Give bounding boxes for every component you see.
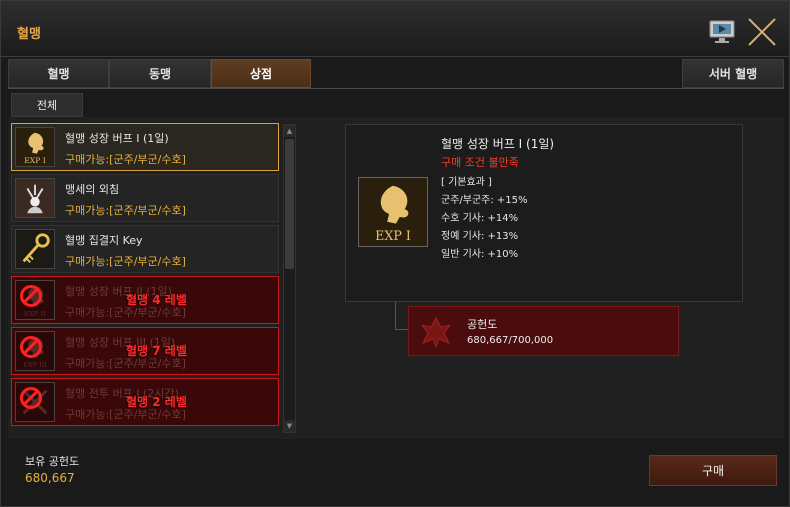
list-item[interactable]: EXP II 혈맹 성장 버프 II (1일) 구매가능:[군주/부군/수호] … (11, 276, 279, 324)
svg-text:EXP II: EXP II (24, 310, 46, 318)
exp-one-lion-icon: EXP I (15, 127, 55, 167)
list-item[interactable]: 혈맹 전투 버프 I (2시간) 구매가능:[군주/부군/수호] 혈맹 2 레벨 (11, 378, 279, 426)
shop-item-list: EXP I 혈맹 성장 버프 I (1일) 구매가능:[군주/부군/수호] 맹세… (11, 123, 281, 435)
oath-shout-icon (15, 178, 55, 218)
item-condition: 구매가능:[군주/부군/수호] (65, 255, 186, 268)
item-name: 맹세의 외침 (65, 183, 120, 196)
detail-item-name: 혈맹 성장 버프 I (1일) (441, 137, 555, 151)
effect-header: [ 기본효과 ] (441, 177, 492, 188)
close-icon[interactable] (747, 17, 777, 47)
effect-line: 군주/부군주: +15% (441, 195, 528, 206)
cost-label: 공헌도 (467, 318, 498, 331)
svg-text:EXP III: EXP III (23, 361, 47, 369)
owned-contribution-value: 680,667 (25, 471, 75, 485)
list-item[interactable]: 혈맹 집결지 Key 구매가능:[군주/부군/수호] (11, 225, 279, 273)
tab-clan[interactable]: 혈맹 (8, 59, 109, 88)
subtab-all[interactable]: 전체 (11, 93, 83, 117)
cost-box: 공헌도 680,667/700,000 (408, 306, 679, 356)
locked-icon (20, 285, 42, 307)
effect-line: 일반 기사: +10% (441, 249, 519, 260)
locked-icon (20, 336, 42, 358)
required-level: 혈맹 2 레벨 (126, 395, 187, 409)
golden-key-icon (15, 229, 55, 269)
tab-server-clan[interactable]: 서버 혈맹 (682, 59, 784, 88)
item-detail-panel: EXP I 혈맹 성장 버프 I (1일) 구매 조건 불만족 [ 기본효과 ]… (345, 124, 743, 302)
buy-button[interactable]: 구매 (649, 455, 777, 486)
list-item[interactable]: EXP I 혈맹 성장 버프 I (1일) 구매가능:[군주/부군/수호] (11, 123, 279, 171)
required-level: 혈맹 4 레벨 (126, 293, 187, 307)
locked-icon (20, 387, 42, 409)
effect-line: 정예 기사: +13% (441, 231, 519, 242)
tab-shop[interactable]: 상점 (211, 59, 311, 88)
detail-condition: 구매 조건 불만족 (441, 156, 519, 169)
list-scrollbar[interactable]: ▲ ▼ (283, 124, 296, 433)
monitor-icon[interactable] (709, 20, 735, 44)
tab-alliance[interactable]: 동맹 (109, 59, 211, 88)
exp-one-lion-icon: EXP I (358, 177, 428, 247)
svg-text:EXP I: EXP I (24, 156, 45, 165)
item-condition: 구매가능:[군주/부군/수호] (65, 204, 186, 217)
title-bar: 혈맹 (1, 1, 789, 57)
scroll-down-icon[interactable]: ▼ (284, 420, 295, 432)
clan-shop-window: 혈맹 혈맹 동맹 상점 서버 혈맹 전체 EXP I 혈맹 성장 버프 I (1… (0, 0, 790, 507)
blood-pledge-emblem-icon (420, 316, 452, 349)
cost-value: 680,667/700,000 (467, 335, 554, 346)
item-name: 혈맹 집결지 Key (65, 234, 143, 247)
scroll-thumb[interactable] (285, 139, 294, 269)
required-level: 혈맹 7 레벨 (126, 344, 187, 358)
svg-text:EXP I: EXP I (375, 228, 411, 243)
window-title: 혈맹 (17, 27, 41, 42)
item-name: 혈맹 성장 버프 I (1일) (65, 132, 169, 145)
tab-bar: 혈맹 동맹 상점 서버 혈맹 (8, 59, 784, 89)
effect-line: 수호 기사: +14% (441, 213, 519, 224)
owned-contribution-label: 보유 공헌도 (25, 455, 80, 468)
list-item[interactable]: 맹세의 외침 구매가능:[군주/부군/수호] (11, 174, 279, 222)
list-item[interactable]: EXP III 혈맹 성장 버프 III (1일) 구매가능:[군주/부군/수호… (11, 327, 279, 375)
item-condition: 구매가능:[군주/부군/수호] (65, 153, 186, 166)
scroll-up-icon[interactable]: ▲ (284, 125, 295, 137)
tab-divider (8, 88, 784, 89)
